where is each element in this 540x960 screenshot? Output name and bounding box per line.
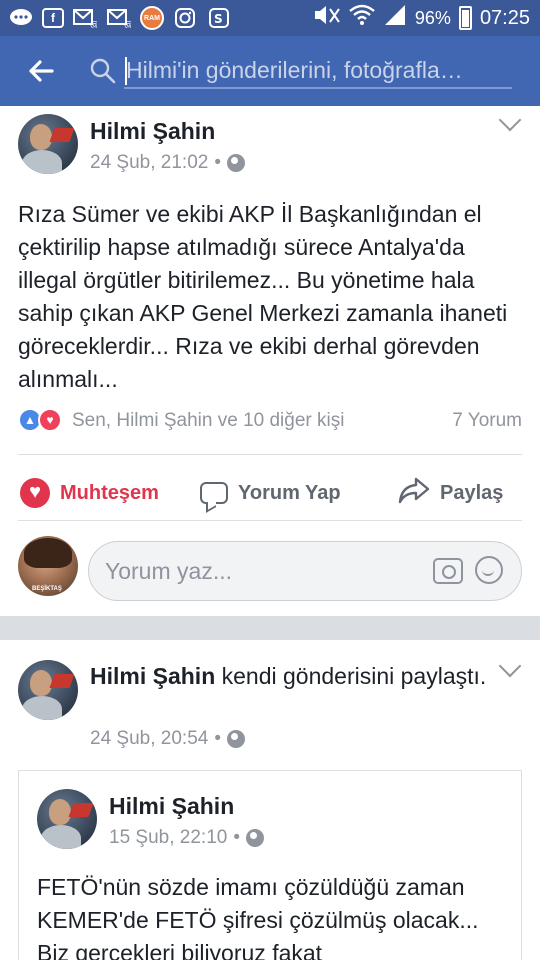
system-icons: 96% 07:25 <box>313 4 530 32</box>
clock: 07:25 <box>479 6 530 29</box>
shared-post-meta: 15 Şub, 22:10 • <box>109 827 264 849</box>
globe-icon <box>226 730 245 748</box>
commenter-avatar-tag: BEŞİKTAŞ <box>32 586 62 592</box>
meta-separator: • <box>233 827 240 848</box>
meta-separator: • <box>214 728 221 749</box>
share-arrow-icon <box>398 476 430 510</box>
signal-icon <box>383 4 407 32</box>
comment-input[interactable] <box>105 554 405 588</box>
messenger-icon <box>8 5 34 31</box>
facebook-icon: f <box>42 8 64 28</box>
text-caret <box>125 57 127 85</box>
comment-composer: BEŞİKTAŞ <box>0 524 540 614</box>
heart-icon <box>20 478 50 508</box>
comment-button-label: Yorum Yap <box>238 481 341 504</box>
post-action-text: kendi gönderisini paylaştı. <box>221 663 487 689</box>
meta-separator: • <box>214 152 221 173</box>
mute-icon <box>313 4 341 32</box>
share-button[interactable]: Paylaş <box>398 476 503 510</box>
post-card: Hilmi Şahin 24 Şub, 21:02 • Rıza Sümer v… <box>0 106 540 616</box>
comment-box[interactable] <box>88 541 522 601</box>
post-meta: 24 Şub, 21:02 • <box>90 152 245 174</box>
shopping-icon: S <box>206 5 232 31</box>
divider <box>18 454 522 455</box>
post-author[interactable]: Hilmi Şahin <box>90 118 215 145</box>
globe-icon <box>226 154 245 172</box>
mail-icon: @ <box>106 5 132 31</box>
battery-percent: 96% <box>414 7 451 28</box>
shared-post-text: FETÖ'nün sözde imamı çözüldüğü zaman KEM… <box>37 874 479 960</box>
post-meta: 24 Şub, 20:54 • <box>90 728 245 750</box>
globe-icon <box>245 829 264 847</box>
divider <box>18 520 522 521</box>
back-arrow-icon[interactable] <box>26 56 56 86</box>
love-button[interactable]: Muhteşem <box>20 476 159 510</box>
share-button-label: Paylaş <box>440 481 504 504</box>
avatar[interactable] <box>18 114 78 174</box>
search-icon <box>90 58 116 89</box>
love-button-label: Muhteşem <box>60 481 159 504</box>
ram-booster-icon: RAM <box>140 6 164 30</box>
reactors-text: Sen, Hilmi Şahin ve 10 diğer kişi <box>72 410 345 431</box>
post-actions: Muhteşem Yorum Yap Paylaş <box>0 466 540 518</box>
shared-post-time[interactable]: 15 Şub, 22:10 <box>109 827 227 849</box>
post-text: Rıza Sümer ve ekibi AKP İl Başkanlığında… <box>18 201 508 392</box>
emoji-icon[interactable] <box>475 556 503 584</box>
post-card: Hilmi Şahin kendi gönderisini paylaştı. … <box>0 640 540 960</box>
post-time[interactable]: 24 Şub, 21:02 <box>90 152 208 174</box>
shared-post[interactable]: Hilmi Şahin 15 Şub, 22:10 • FETÖ'nün söz… <box>18 770 522 960</box>
chevron-down-icon[interactable] <box>498 108 522 132</box>
notification-icons: f @ @ RAM S <box>8 5 232 31</box>
svg-text:S: S <box>214 12 223 26</box>
svg-text:@: @ <box>124 20 131 28</box>
love-reaction-icon: ♥ <box>38 408 62 432</box>
avatar[interactable] <box>37 789 97 849</box>
comments-count[interactable]: 7 Yorum <box>452 410 522 432</box>
search-input[interactable] <box>124 53 512 89</box>
camera-icon[interactable] <box>433 558 463 584</box>
post-header-text: Hilmi Şahin kendi gönderisini paylaştı. <box>90 660 490 693</box>
instagram-icon <box>172 5 198 31</box>
wifi-icon <box>349 4 375 32</box>
comment-bubble-icon <box>200 482 228 504</box>
post-time[interactable]: 24 Şub, 20:54 <box>90 728 208 750</box>
mail-icon: @ <box>72 5 98 31</box>
search-header <box>0 36 540 106</box>
post-author[interactable]: Hilmi Şahin <box>90 663 215 689</box>
svg-text:@: @ <box>90 20 97 28</box>
shared-post-author[interactable]: Hilmi Şahin <box>109 793 234 820</box>
chevron-down-icon[interactable] <box>498 654 522 678</box>
status-bar: f @ @ RAM S 96% 07:25 <box>0 0 540 36</box>
avatar[interactable] <box>18 660 78 720</box>
commenter-avatar[interactable]: BEŞİKTAŞ <box>18 536 78 596</box>
battery-icon <box>458 6 472 30</box>
reaction-summary[interactable]: ▲ ♥ Sen, Hilmi Şahin ve 10 diğer kişi 7 … <box>18 406 522 436</box>
comment-button[interactable]: Yorum Yap <box>200 476 341 510</box>
